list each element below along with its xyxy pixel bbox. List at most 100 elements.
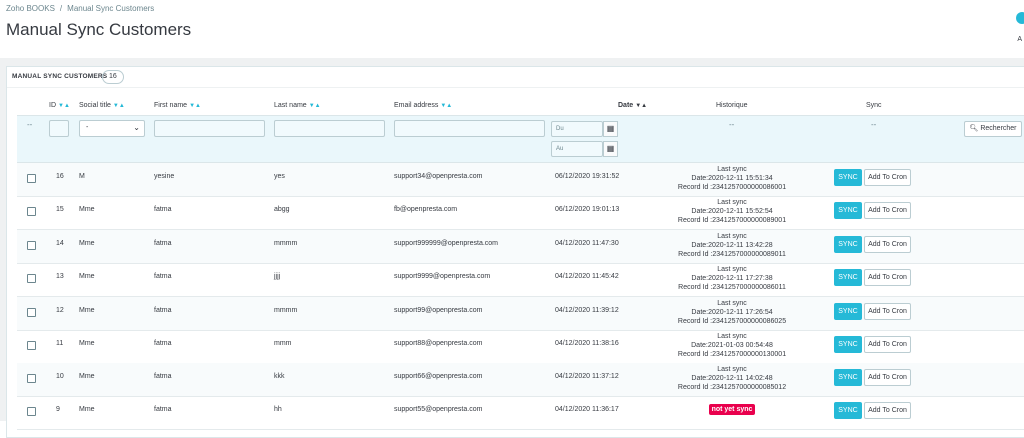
row-checkbox[interactable] bbox=[27, 341, 36, 350]
cell-social-title: Mme bbox=[79, 340, 95, 347]
cell-date: 06/12/2020 19:01:13 bbox=[555, 206, 620, 213]
history-line: Date:2021-01-03 00:54:48 bbox=[691, 342, 773, 349]
search-button[interactable]: 🔍︎ Rechercher bbox=[964, 121, 1022, 137]
sync-button[interactable]: SYNC bbox=[834, 303, 862, 320]
filter-first-name-input[interactable] bbox=[154, 120, 265, 137]
add-to-cron-button[interactable]: Add To Cron bbox=[864, 336, 911, 353]
column-header-social-title[interactable]: Social title ▼▲ bbox=[79, 102, 125, 109]
filter-id-input[interactable] bbox=[49, 120, 69, 137]
column-header-sync: Sync bbox=[866, 102, 882, 109]
history-line: Record Id :2341257000000086011 bbox=[678, 284, 786, 291]
sort-arrows-icon[interactable]: ▼▲ bbox=[635, 103, 647, 109]
cell-id: 11 bbox=[56, 340, 64, 347]
history-line: Date:2020-12-11 13:42:28 bbox=[691, 242, 773, 249]
add-to-cron-button[interactable]: Add To Cron bbox=[864, 202, 911, 219]
cell-last-name: yes bbox=[274, 173, 285, 180]
column-header-last-name[interactable]: Last name ▼▲ bbox=[274, 102, 321, 109]
sort-arrows-icon[interactable]: ▼▲ bbox=[58, 103, 70, 109]
search-icon: 🔍︎ bbox=[969, 125, 979, 132]
filter-email-input[interactable] bbox=[394, 120, 545, 137]
filter-dash: -- bbox=[871, 120, 877, 129]
filter-social-title-select[interactable]: - ⌄ bbox=[79, 120, 145, 137]
calendar-icon[interactable]: ▦ bbox=[603, 121, 618, 137]
filter-dash: -- bbox=[27, 120, 33, 129]
history-line: Record Id :2341257000000089001 bbox=[677, 217, 787, 224]
row-checkbox[interactable] bbox=[27, 274, 36, 283]
column-header-first-name[interactable]: First name ▼▲ bbox=[154, 102, 201, 109]
panel-title: MANUAL SYNC CUSTOMERS bbox=[12, 73, 108, 80]
cell-first-name: fatma bbox=[154, 373, 172, 380]
row-checkbox[interactable] bbox=[27, 241, 36, 250]
column-header-email[interactable]: Email address ▼▲ bbox=[394, 102, 452, 109]
cell-date: 04/12/2020 11:47:30 bbox=[555, 240, 619, 247]
filter-date-to-input[interactable]: Au bbox=[551, 141, 603, 157]
cell-first-name: fatma bbox=[154, 273, 172, 280]
filter-date-from-input[interactable]: Du bbox=[551, 121, 603, 137]
cell-last-name: mmmm bbox=[274, 240, 298, 247]
add-to-cron-button[interactable]: Add To Cron bbox=[864, 369, 911, 386]
history-line: Record Id :2341257000000086001 bbox=[677, 184, 787, 191]
header-action-label[interactable]: A bbox=[1017, 36, 1022, 43]
sync-button[interactable]: SYNC bbox=[834, 202, 862, 219]
panel-header: MANUAL SYNC CUSTOMERS 16 bbox=[7, 67, 1024, 88]
cell-id: 14 bbox=[56, 240, 64, 247]
cell-email: fb@openpresta.com bbox=[394, 206, 458, 213]
row-checkbox[interactable] bbox=[27, 407, 36, 416]
history-line: Record Id :2341257000000089011 bbox=[678, 251, 786, 258]
column-header-date[interactable]: Date ▼▲ bbox=[618, 102, 647, 109]
cell-first-name: fatma bbox=[154, 206, 172, 213]
chevron-down-icon: ⌄ bbox=[133, 123, 140, 132]
cell-date: 04/12/2020 11:39:12 bbox=[555, 307, 619, 314]
filter-dash: -- bbox=[729, 120, 735, 129]
sync-button[interactable]: SYNC bbox=[834, 236, 862, 253]
cell-first-name: yesine bbox=[154, 173, 175, 180]
page-title: Manual Sync Customers bbox=[6, 20, 192, 39]
row-checkbox[interactable] bbox=[27, 207, 36, 216]
cell-social-title: Mme bbox=[79, 240, 95, 247]
column-label: First name bbox=[154, 102, 188, 109]
filter-last-name-input[interactable] bbox=[274, 120, 385, 137]
history-line: Last sync bbox=[717, 199, 747, 206]
add-to-cron-button[interactable]: Add To Cron bbox=[864, 236, 911, 253]
column-label: Last name bbox=[274, 102, 307, 109]
history-line: Last sync bbox=[717, 166, 747, 173]
sort-arrows-icon[interactable]: ▼▲ bbox=[113, 103, 125, 109]
input-placeholder: Du bbox=[556, 126, 564, 132]
help-dot-icon[interactable] bbox=[1016, 12, 1024, 24]
calendar-icon[interactable]: ▦ bbox=[603, 141, 618, 157]
select-value: - bbox=[86, 124, 89, 131]
sync-button[interactable]: SYNC bbox=[834, 336, 862, 353]
row-checkbox[interactable] bbox=[27, 308, 36, 317]
sort-arrows-icon[interactable]: ▼▲ bbox=[309, 103, 321, 109]
history-line: Last sync bbox=[717, 333, 747, 340]
cell-last-name: hh bbox=[274, 406, 282, 413]
row-checkbox[interactable] bbox=[27, 174, 36, 183]
sync-button[interactable]: SYNC bbox=[834, 269, 862, 286]
cell-date: 04/12/2020 11:36:17 bbox=[555, 406, 619, 413]
row-checkbox[interactable] bbox=[27, 374, 36, 383]
add-to-cron-button[interactable]: Add To Cron bbox=[864, 402, 911, 419]
history-line: Date:2020-12-11 17:26:54 bbox=[691, 309, 773, 316]
add-to-cron-button[interactable]: Add To Cron bbox=[864, 169, 911, 186]
history-line: Last sync bbox=[717, 233, 747, 240]
column-label: Email address bbox=[394, 102, 439, 109]
cell-last-name: kkk bbox=[274, 373, 285, 380]
cell-email: support99@openpresta.com bbox=[394, 307, 483, 314]
sort-arrows-icon[interactable]: ▼▲ bbox=[189, 103, 201, 109]
cell-id: 15 bbox=[56, 206, 64, 213]
cell-first-name: fatma bbox=[154, 406, 172, 413]
column-header-id[interactable]: ID ▼▲ bbox=[49, 102, 70, 109]
add-to-cron-button[interactable]: Add To Cron bbox=[864, 269, 911, 286]
cell-social-title: Mme bbox=[79, 406, 95, 413]
cell-first-name: fatma bbox=[154, 340, 172, 347]
sync-button[interactable]: SYNC bbox=[834, 402, 862, 419]
cell-last-name: mmm bbox=[274, 340, 292, 347]
cell-social-title: Mme bbox=[79, 206, 95, 213]
sync-button[interactable]: SYNC bbox=[834, 169, 862, 186]
sync-button[interactable]: SYNC bbox=[834, 369, 862, 386]
breadcrumb-root[interactable]: Zoho BOOKS bbox=[6, 4, 55, 13]
add-to-cron-button[interactable]: Add To Cron bbox=[864, 303, 911, 320]
sort-arrows-icon[interactable]: ▼▲ bbox=[440, 103, 452, 109]
input-placeholder: Au bbox=[556, 146, 564, 152]
history-line: Date:2020-12-11 15:52:54 bbox=[691, 208, 773, 215]
